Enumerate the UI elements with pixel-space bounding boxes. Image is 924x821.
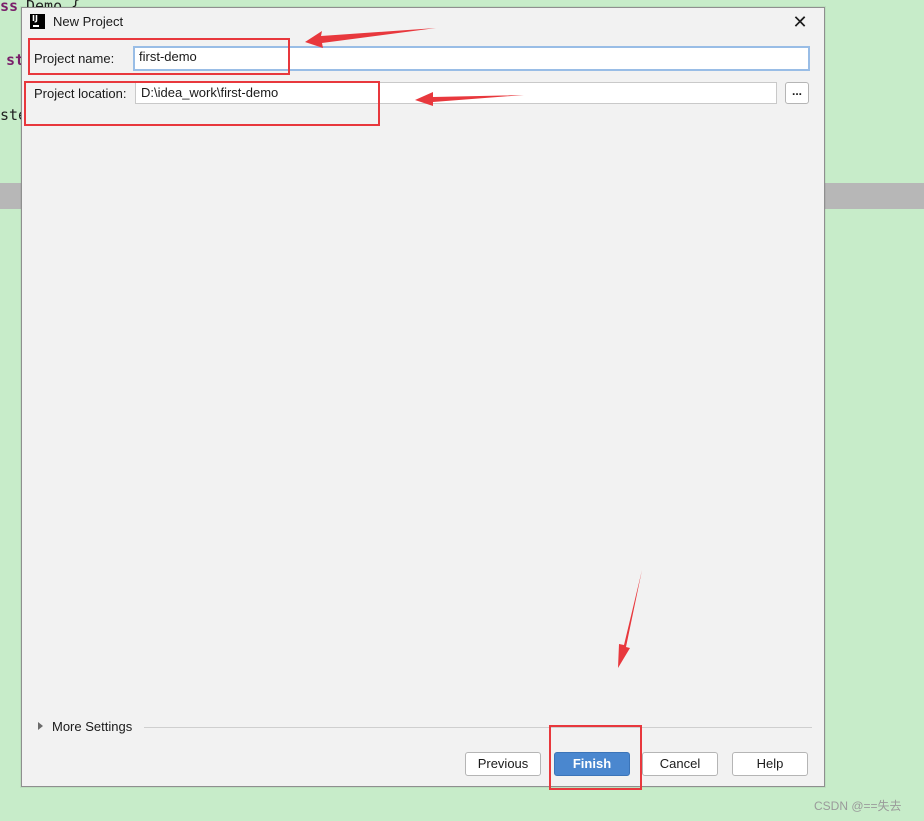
arrow-to-project-name <box>305 28 436 48</box>
arrow-to-project-location <box>415 92 524 106</box>
arrow-to-finish <box>618 570 642 668</box>
watermark: CSDN @==失去 <box>814 799 902 813</box>
annotation-arrows <box>305 28 642 668</box>
